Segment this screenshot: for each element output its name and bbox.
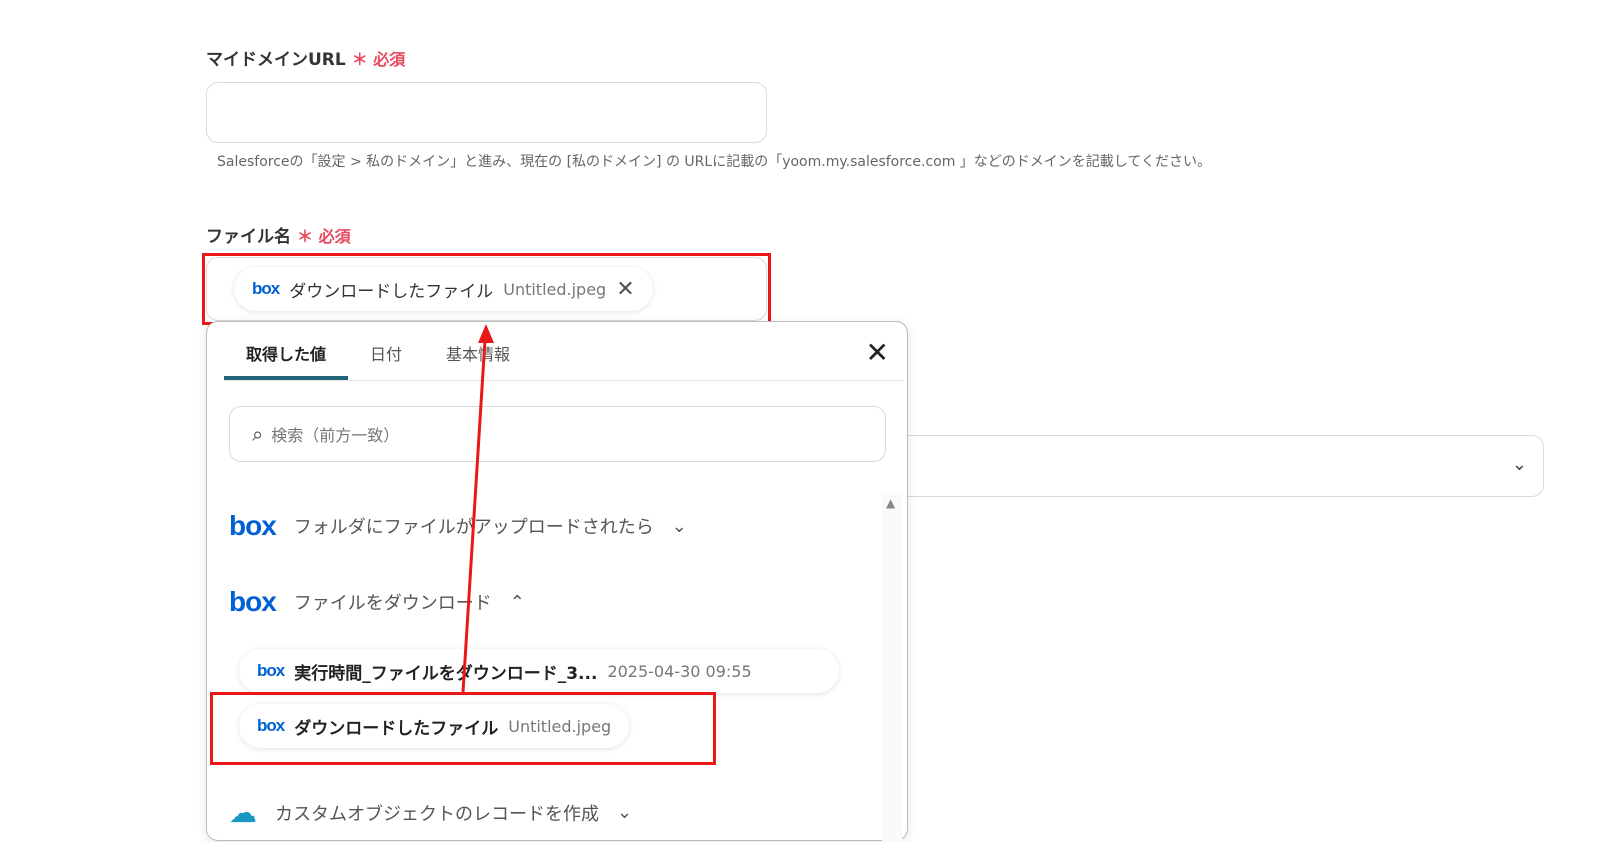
annotation-arrow (461, 324, 494, 693)
